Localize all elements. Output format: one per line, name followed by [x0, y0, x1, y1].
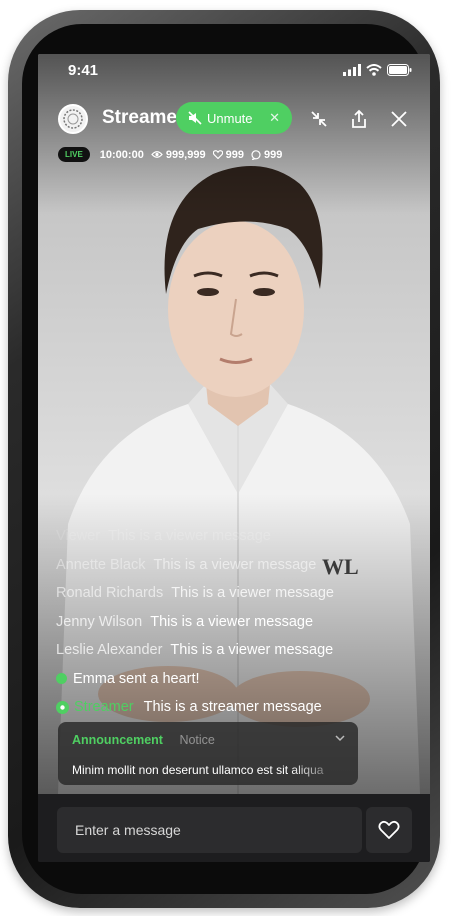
chat-feed[interactable]: Viewer This is a viewer message Annette …: [56, 522, 426, 722]
streamer-message: Streamer This is a streamer message: [56, 693, 426, 722]
streamer-avatar[interactable]: [58, 104, 88, 134]
composer-bar: [38, 794, 430, 862]
signal-icon: [343, 64, 361, 76]
heart-icon: [212, 150, 223, 159]
comments-value: 999: [263, 148, 283, 161]
chat-text: This is a viewer message: [150, 613, 314, 630]
live-stream-screen: WL 9:41 Streame Unmute ✕ LIVE 10:00:00 9…: [38, 54, 430, 862]
chat-user: Jenny Wilson: [56, 613, 143, 630]
chat-user: Leslie Alexander: [56, 642, 163, 659]
live-badge: LIVE: [58, 147, 90, 162]
chat-message: Ronald Richards This is a viewer message: [56, 579, 426, 608]
share-icon[interactable]: [346, 106, 372, 132]
minimize-icon[interactable]: [306, 106, 332, 132]
speaker-mute-icon: [188, 111, 202, 125]
heart-event: Emma sent a heart!: [56, 665, 426, 694]
status-time: 9:41: [68, 62, 99, 79]
wifi-icon: [366, 64, 382, 76]
comment-count: 999: [251, 149, 282, 161]
chat-user: Viewer: [56, 528, 101, 545]
announcement-tag: Notice: [179, 733, 215, 747]
streamer-label: Streamer: [74, 699, 134, 716]
chat-user: Annette Black: [56, 556, 146, 573]
eye-icon: [151, 151, 163, 158]
announcement-card[interactable]: Announcement Notice Minim mollit non des…: [58, 722, 358, 785]
heart-event-icon: [56, 673, 67, 685]
status-bar: 9:41: [38, 54, 430, 94]
send-heart-button[interactable]: [366, 807, 412, 853]
chat-text: This is a viewer message: [170, 642, 334, 659]
streamer-name[interactable]: Streame: [102, 107, 177, 129]
chat-message: Viewer This is a viewer message: [56, 522, 426, 551]
chat-text: This is a viewer message: [171, 585, 334, 602]
heart-icon: [378, 820, 400, 839]
battery-icon: [387, 64, 412, 76]
chat-message: Annette Black This is a viewer message: [56, 551, 426, 580]
comment-icon: [251, 149, 261, 160]
chevron-down-icon[interactable]: [334, 732, 346, 744]
status-icons: [343, 64, 412, 76]
chat-message: Jenny Wilson This is a viewer message: [56, 608, 426, 637]
streamer-badge-icon: [56, 700, 69, 714]
announcement-body: Minim mollit non deserunt ullamco est si…: [72, 763, 324, 777]
unmute-button[interactable]: Unmute ✕: [176, 102, 292, 134]
close-icon[interactable]: ✕: [269, 110, 280, 126]
unmute-label: Unmute: [207, 110, 253, 126]
avatar-logo-icon: [63, 109, 83, 129]
views-value: 999,999: [165, 148, 206, 161]
close-icon[interactable]: [386, 106, 412, 132]
like-count: 999: [212, 148, 244, 161]
chat-message: Leslie Alexander This is a viewer messag…: [56, 636, 426, 665]
stream-header: Streame Unmute ✕: [38, 98, 430, 142]
duration-value: 10:00:00: [99, 148, 144, 161]
view-count: 999,999: [151, 149, 206, 161]
message-input[interactable]: [57, 807, 362, 853]
streamer-text: This is a streamer message: [143, 699, 322, 716]
likes-value: 999: [225, 148, 244, 161]
stream-stats: LIVE 10:00:00 999,999 999 999: [58, 147, 289, 162]
chat-text: This is a viewer message: [108, 528, 271, 545]
chat-user: Ronald Richards: [56, 585, 164, 602]
announcement-title: Announcement: [72, 733, 163, 747]
stream-duration: 10:00:00: [100, 149, 144, 161]
chat-text: This is a viewer message: [153, 556, 317, 573]
heart-event-text: Emma sent a heart!: [73, 670, 200, 687]
